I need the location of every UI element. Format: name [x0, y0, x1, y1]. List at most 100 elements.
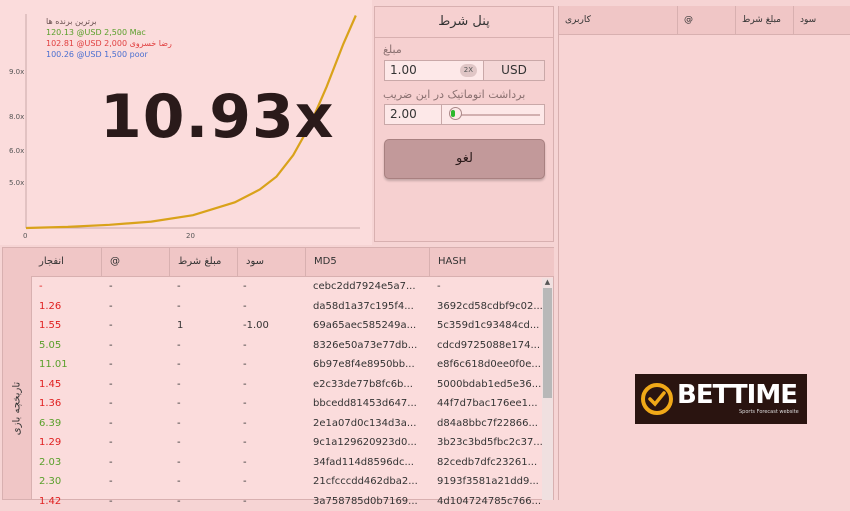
profit-value: - [243, 277, 247, 297]
scroll-thumb[interactable] [543, 288, 552, 398]
md5-value: 2e1a07d0c134d3a... [313, 414, 416, 434]
bettime-logo: BETTIME Sports Forecast website [635, 374, 807, 424]
amount-input[interactable]: 1.00 2X [384, 60, 484, 81]
x-ticks: 020 [23, 232, 195, 240]
profit-value: - [243, 394, 247, 414]
md5-value: 3a758785d0b7169... [313, 492, 418, 511]
top-winner-1: 120.13 @USD 2,500 Mac [46, 27, 172, 38]
history-table-header: انفجار @ مبلغ شرط سود MD5 HASH [31, 248, 554, 277]
history-col-bet: مبلغ شرط [169, 248, 237, 276]
crash-value: 11.01 [39, 355, 68, 375]
md5-value: 69a65aec585249a... [313, 316, 416, 336]
md5-value: 21cfcccdd462dba2... [313, 472, 418, 492]
profit-value: - [243, 492, 247, 511]
history-side-tab[interactable]: تاریخچه بازی [3, 248, 32, 499]
bet-value: - [177, 375, 181, 395]
y-ticks: 5.0x 6.0x 8.0x 9.0x [9, 68, 24, 187]
history-row[interactable]: 1.42---3a758785d0b7169...4d104724785c766… [31, 492, 541, 511]
profit-value: - [243, 375, 247, 395]
y-tick-label: 8.0x [9, 113, 24, 121]
crash-value: 6.39 [39, 414, 61, 434]
history-col-hash: HASH [429, 248, 554, 276]
profit-value: - [243, 433, 247, 453]
profit-value: - [243, 414, 247, 434]
at-value: - [109, 297, 113, 317]
hash-value: e8f6c618d0ee0f0e... [437, 355, 541, 375]
history-row[interactable]: 5.05---8326e50a73e77db...cdcd9725088e174… [31, 336, 541, 356]
history-col-at: @ [101, 248, 169, 276]
cancel-button[interactable]: لغو [384, 139, 545, 179]
top-winners-list: برترین برنده ها 120.13 @USD 2,500 Mac 10… [46, 16, 172, 60]
crash-value: 1.26 [39, 297, 61, 317]
double-amount-button[interactable]: 2X [460, 64, 477, 77]
x-tick-label: 0 [23, 232, 27, 240]
at-value: - [109, 375, 113, 395]
history-col-profit: سود [237, 248, 305, 276]
game-history-panel: تاریخچه بازی انفجار @ مبلغ شرط سود MD5 H… [2, 247, 554, 500]
profit-value: -1.00 [243, 316, 269, 336]
crash-value: 1.36 [39, 394, 61, 414]
history-col-md5: MD5 [305, 248, 429, 276]
y-tick-label: 5.0x [9, 179, 24, 187]
bet-panel-title: پنل شرط [375, 7, 553, 38]
hash-value: 4d104724785c766... [437, 492, 541, 511]
bet-value: - [177, 355, 181, 375]
history-scrollbar[interactable]: ▲ [542, 278, 553, 500]
hash-value: 3b23c3bd5fbc2c37... [437, 433, 543, 453]
users-col-user: کاربری [559, 6, 677, 34]
scroll-up-arrow-icon[interactable]: ▲ [543, 278, 552, 287]
users-col-bet: مبلغ شرط [735, 6, 793, 34]
y-tick-label: 9.0x [9, 68, 24, 76]
bet-value: - [177, 492, 181, 511]
auto-cashout-input[interactable]: 2.00 [384, 104, 442, 125]
y-tick-label: 6.0x [9, 147, 24, 155]
logo-wordmark: BETTIME [677, 380, 797, 410]
crash-value: 2.30 [39, 472, 61, 492]
slider-track [454, 114, 540, 116]
bet-value: - [177, 336, 181, 356]
crash-value: 5.05 [39, 336, 61, 356]
hash-value: 3692cd58cdbf9c02... [437, 297, 543, 317]
history-row[interactable]: 11.01---6b97e8f4e8950bb...e8f6c618d0ee0f… [31, 355, 541, 375]
bet-value: - [177, 414, 181, 434]
history-row[interactable]: 1.26---da58d1a37c195f4...3692cd58cdbf9c0… [31, 297, 541, 317]
slider-thumb[interactable] [449, 107, 462, 120]
at-value: - [109, 316, 113, 336]
history-row[interactable]: 1.36---bbcedd81453d647...44f7d7bac176ee1… [31, 394, 541, 414]
history-row[interactable]: 2.30---21cfcccdd462dba2...9193f3581a21dd… [31, 472, 541, 492]
clock-check-icon [637, 374, 677, 424]
profit-value: - [243, 355, 247, 375]
users-col-at: @ [677, 6, 735, 34]
crash-value: 1.42 [39, 492, 61, 511]
bet-value: - [177, 277, 181, 297]
at-value: - [109, 472, 113, 492]
bet-value: 1 [177, 316, 183, 336]
top-winner-3: 100.26 @USD 1,500 poor [46, 49, 172, 60]
history-row[interactable]: 1.29---9c1a129620923d0...3b23c3bd5fbc2c3… [31, 433, 541, 453]
top-winners-title: برترین برنده ها [46, 16, 172, 27]
current-multiplier: 10.93x [100, 82, 335, 152]
hash-value: 82cedb7dfc23261... [437, 453, 537, 473]
md5-value: bbcedd81453d647... [313, 394, 417, 414]
top-winner-2: 102.81 @USD 2,000 رضا خسروی [46, 38, 172, 49]
currency-select[interactable]: USD [483, 60, 545, 81]
at-value: - [109, 433, 113, 453]
hash-value: 5c359d1c93484cd... [437, 316, 539, 336]
history-row[interactable]: 6.39---2e1a07d0c134d3a...d84a8bbc7f22866… [31, 414, 541, 434]
auto-cashout-slider[interactable] [441, 104, 545, 125]
at-value: - [109, 394, 113, 414]
history-row[interactable]: 2.03---34fad114d8596dc...82cedb7dfc23261… [31, 453, 541, 473]
profit-value: - [243, 336, 247, 356]
hash-value: 5000bdab1ed5e36... [437, 375, 541, 395]
users-col-profit: سود [793, 6, 850, 34]
history-row[interactable]: 1.55-1-1.0069a65aec585249a...5c359d1c934… [31, 316, 541, 336]
amount-label: مبلغ [383, 43, 413, 56]
at-value: - [109, 336, 113, 356]
md5-value: da58d1a37c195f4... [313, 297, 414, 317]
crash-value: 1.45 [39, 375, 61, 395]
md5-value: cebc2dd7924e5a7... [313, 277, 416, 297]
at-value: - [109, 414, 113, 434]
history-row[interactable]: ----cebc2dd7924e5a7...- [31, 277, 541, 297]
history-row[interactable]: 1.45---e2c33de77b8fc6b...5000bdab1ed5e36… [31, 375, 541, 395]
auto-cashout-label: برداشت اتوماتیک در این ضریب [383, 88, 543, 101]
